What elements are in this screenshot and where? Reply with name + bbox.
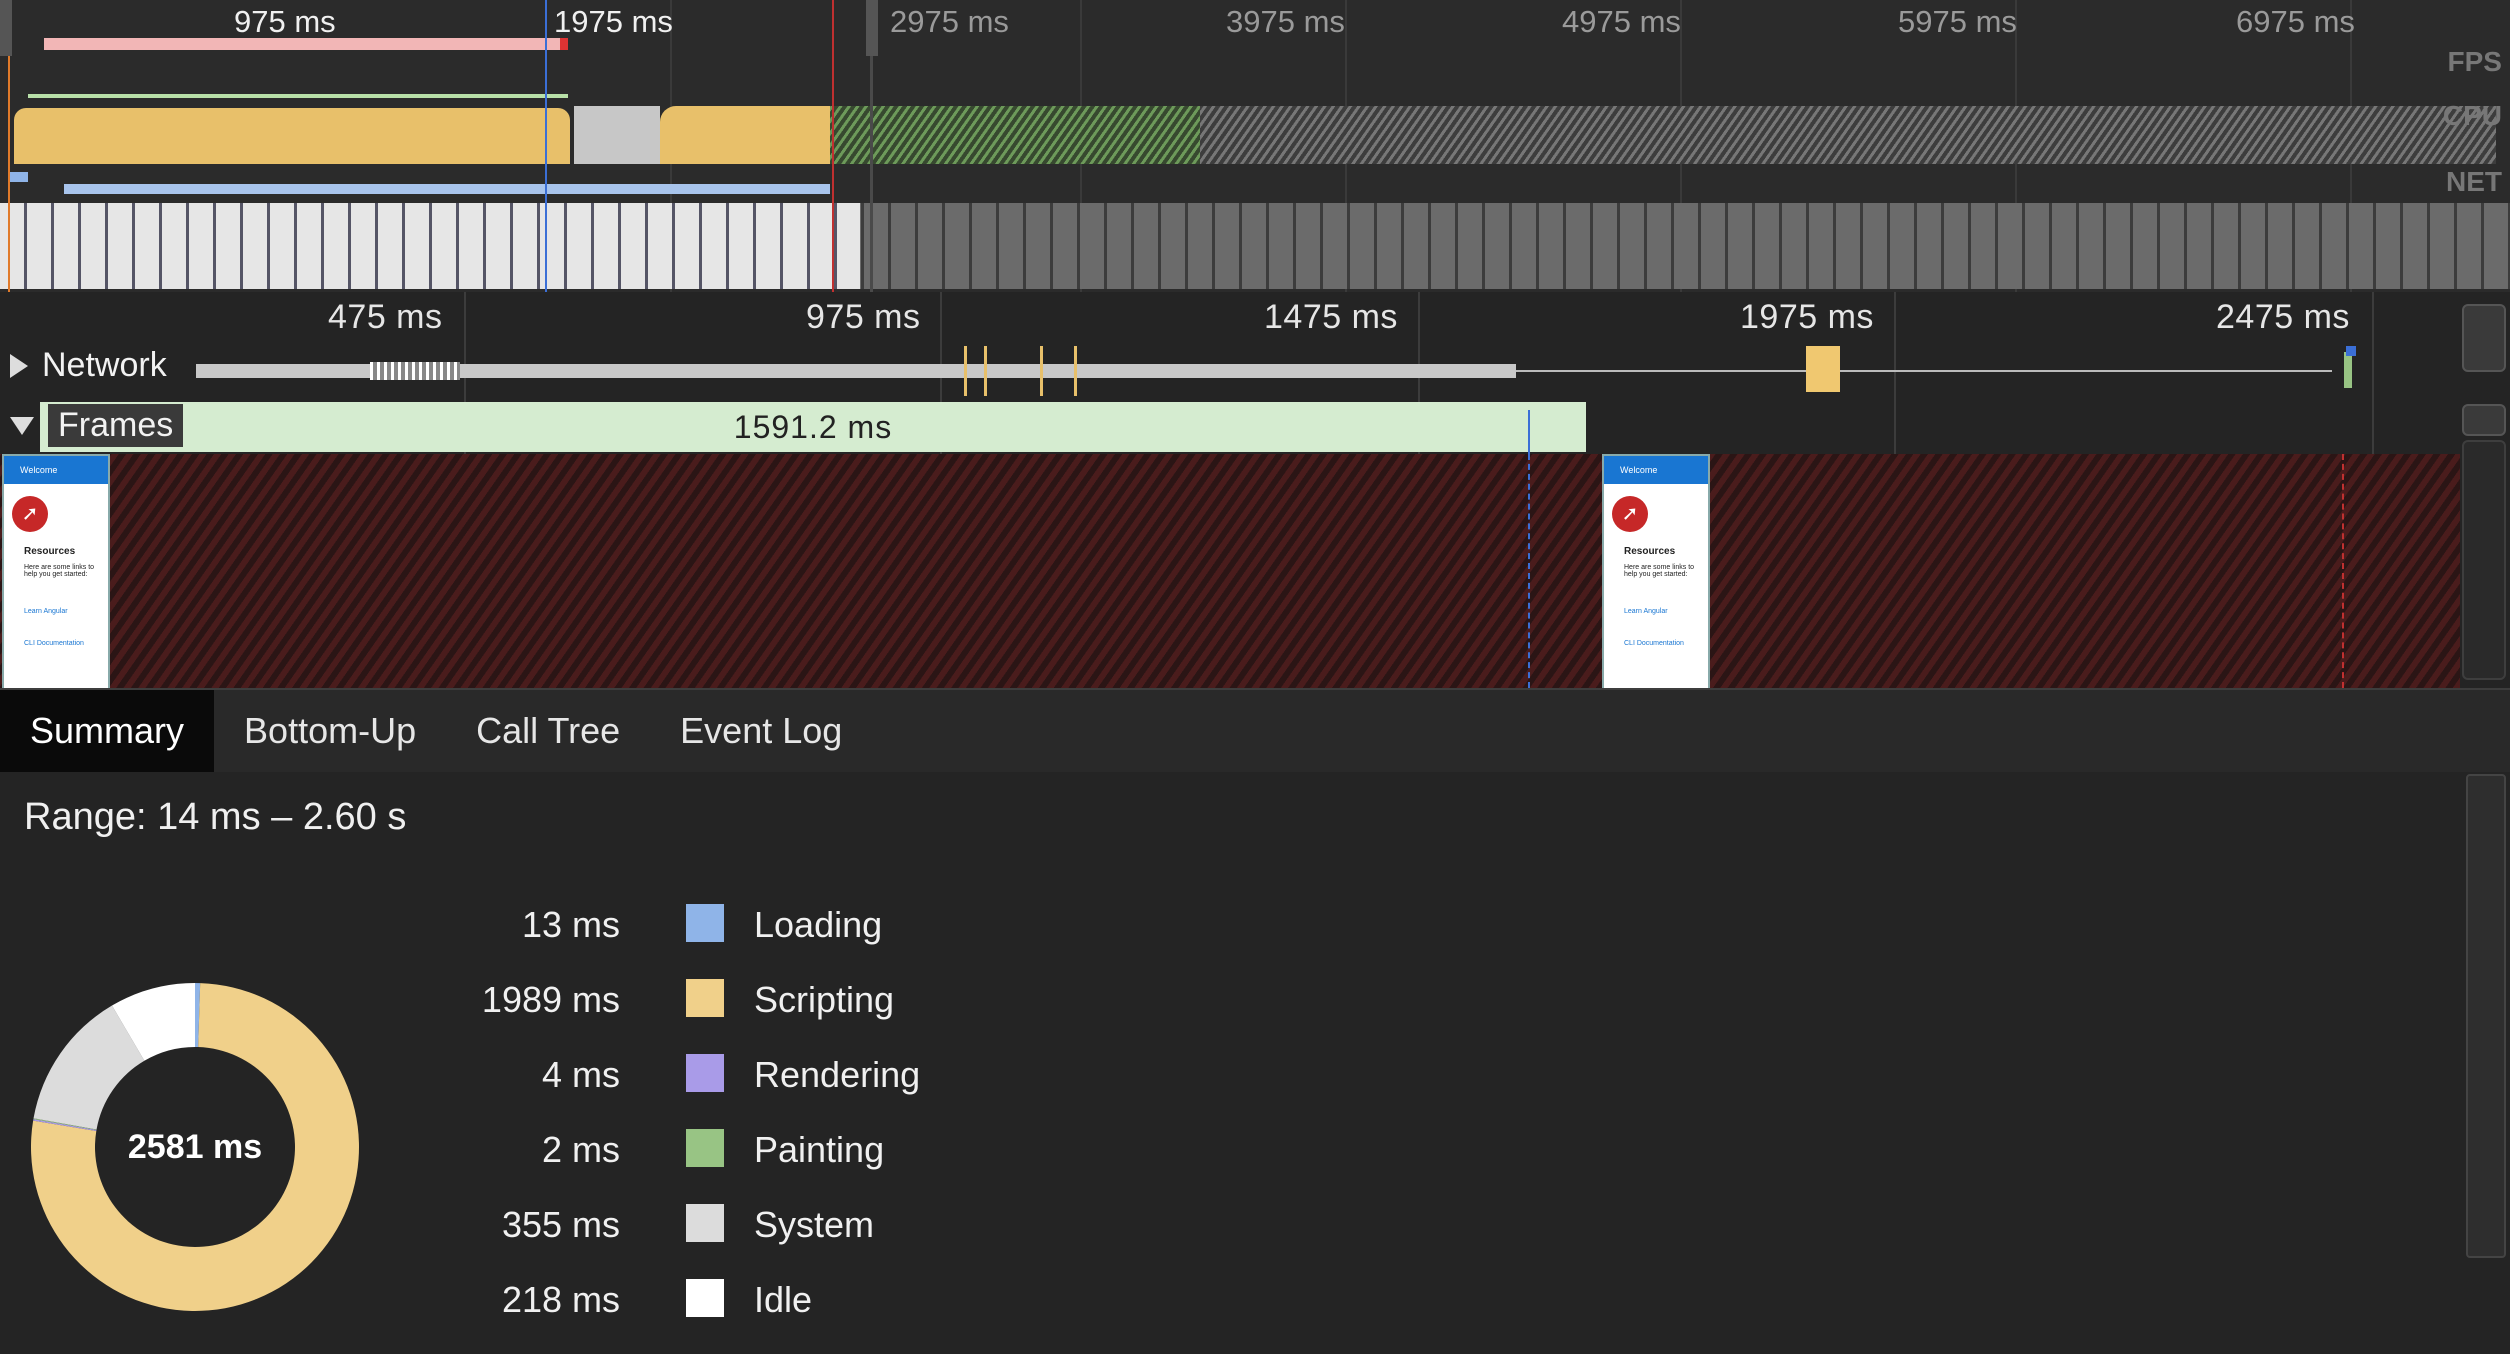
thumb-heading: Resources — [1624, 546, 1676, 557]
legend-swatch — [686, 1204, 724, 1242]
net-track-label: NET — [2446, 166, 2502, 197]
frame-marker — [1528, 410, 1530, 454]
timeline-overview[interactable]: 975 ms 1975 ms 2975 ms 3975 ms 4975 ms 5… — [0, 0, 2510, 292]
frames-screenshots-row: Welcome ➚ Resources Here are some links … — [0, 454, 2460, 692]
legend-value: 4 ms — [541, 1054, 620, 1095]
network-request-marker — [2346, 346, 2356, 356]
collapse-arrow-icon — [10, 416, 34, 435]
legend-row-idle: 218 ms Idle — [440, 1273, 1040, 1333]
overview-tick-label: 3975 ms — [1226, 4, 1345, 39]
network-request-marker — [370, 362, 460, 380]
range-text: Range: 14 ms – 2.60 s — [24, 796, 407, 838]
thumb-link: CLI Documentation — [1624, 640, 1684, 647]
thumb-link: Learn Angular — [1624, 608, 1668, 615]
network-request-marker — [984, 346, 987, 396]
legend-row-loading: 13 ms Loading — [440, 898, 1040, 958]
overview-selection-window[interactable] — [0, 0, 873, 292]
legend-swatch — [686, 1279, 724, 1317]
legend-name: Rendering — [754, 1054, 921, 1095]
tab-event-log[interactable]: Event Log — [650, 690, 872, 772]
track-scrollbar-gutter[interactable] — [2462, 440, 2506, 680]
thumb-link: CLI Documentation — [24, 640, 84, 647]
frame-screenshot[interactable]: Welcome ➚ Resources Here are some links … — [1602, 454, 1710, 692]
timeline-tick-label: 1475 ms — [1264, 298, 1398, 336]
network-track-toggle[interactable]: Network — [10, 346, 167, 385]
network-request-marker — [2344, 352, 2352, 388]
network-request-wait — [1516, 370, 2332, 372]
legend-value: 355 ms — [501, 1204, 620, 1245]
overview-tick-label: 4975 ms — [1562, 4, 1681, 39]
timeline-ruler: 475 ms 975 ms 1475 ms 1975 ms 2475 ms — [0, 292, 2460, 338]
thumb-text: Here are some links to help you get star… — [24, 564, 95, 578]
legend-row-painting: 2 ms Painting — [440, 1123, 1040, 1183]
legend-name: Idle — [754, 1279, 813, 1320]
network-request-marker — [964, 346, 967, 396]
expand-arrow-icon — [10, 353, 28, 378]
rocket-icon: ➚ — [1612, 496, 1648, 532]
overview-tick-label: 5975 ms — [1898, 4, 2017, 39]
fps-track-label: FPS — [2447, 46, 2502, 77]
legend-value: 218 ms — [501, 1279, 620, 1320]
frame-duration: 1591.2 ms — [733, 408, 893, 445]
track-scrollbar[interactable] — [2462, 404, 2506, 436]
cpu-painting-hatch — [830, 106, 1200, 164]
network-track-label: Network — [42, 346, 167, 384]
network-request-marker — [1040, 346, 1043, 396]
tab-summary[interactable]: Summary — [0, 690, 215, 772]
legend-name: Loading — [754, 904, 883, 945]
network-track[interactable]: Network — [0, 340, 2460, 398]
legend-swatch — [686, 1129, 724, 1167]
network-request-marker — [1074, 346, 1077, 396]
rocket-icon: ➚ — [12, 496, 48, 532]
legend-name: System — [754, 1204, 875, 1245]
legend-row-rendering: 4 ms Rendering — [440, 1048, 1040, 1108]
legend-value: 13 ms — [521, 904, 620, 945]
legend-name: Scripting — [754, 979, 895, 1020]
donut-total: 2581 ms — [127, 1127, 263, 1166]
legend-row-scripting: 1989 ms Scripting — [440, 973, 1040, 1033]
overview-window-handle[interactable] — [0, 0, 12, 56]
cpu-track-label: CPU — [2442, 100, 2502, 131]
overview-tick-label: 2975 ms — [890, 4, 1009, 39]
timeline-tick-label: 975 ms — [806, 298, 921, 336]
legend-name: Painting — [754, 1129, 885, 1170]
thumb-header: Welcome — [4, 456, 108, 484]
frames-track-label: Frames — [48, 404, 184, 447]
summary-scrollbar[interactable] — [2466, 774, 2506, 1258]
network-request-block[interactable] — [1806, 346, 1840, 392]
timeline-tick-label: 1975 ms — [1740, 298, 1874, 336]
legend-value: 2 ms — [541, 1129, 620, 1170]
legend-value: 1989 ms — [481, 979, 620, 1020]
frame-marker — [2342, 454, 2346, 688]
details-tabs: Summary Bottom-Up Call Tree Event Log — [0, 688, 2510, 774]
frame-marker — [1528, 454, 1532, 688]
thumb-text: Here are some links to help you get star… — [1624, 564, 1695, 578]
overview-tick-label: 6975 ms — [2236, 4, 2355, 39]
frames-track-toggle[interactable]: Frames — [10, 404, 184, 447]
timeline-tick-label: 475 ms — [328, 298, 443, 336]
timeline-tick-label: 2475 ms — [2216, 298, 2350, 336]
tab-bottom-up[interactable]: Bottom-Up — [214, 690, 446, 772]
tab-call-tree[interactable]: Call Tree — [446, 690, 650, 772]
summary-panel: Range: 14 ms – 2.60 s 13 ms Loading 1989… — [0, 772, 2510, 1354]
frame-screenshot[interactable]: Welcome ➚ Resources Here are some links … — [2, 454, 110, 692]
legend-swatch — [686, 1054, 724, 1092]
thumb-link: Learn Angular — [24, 608, 68, 615]
thumb-header: Welcome — [1604, 456, 1708, 484]
legend-swatch — [686, 904, 724, 942]
track-scrollbar[interactable] — [2462, 304, 2506, 372]
thumb-heading: Resources — [24, 546, 76, 557]
overview-window-handle[interactable] — [866, 0, 878, 56]
legend-row-system: 355 ms System — [440, 1198, 1040, 1258]
frames-track[interactable]: Frames 1591.2 ms — [0, 402, 2460, 454]
summary-donut-chart: 2581 ms — [30, 982, 360, 1312]
frame-bar[interactable]: 1591.2 ms — [40, 402, 1586, 452]
legend-swatch — [686, 979, 724, 1017]
